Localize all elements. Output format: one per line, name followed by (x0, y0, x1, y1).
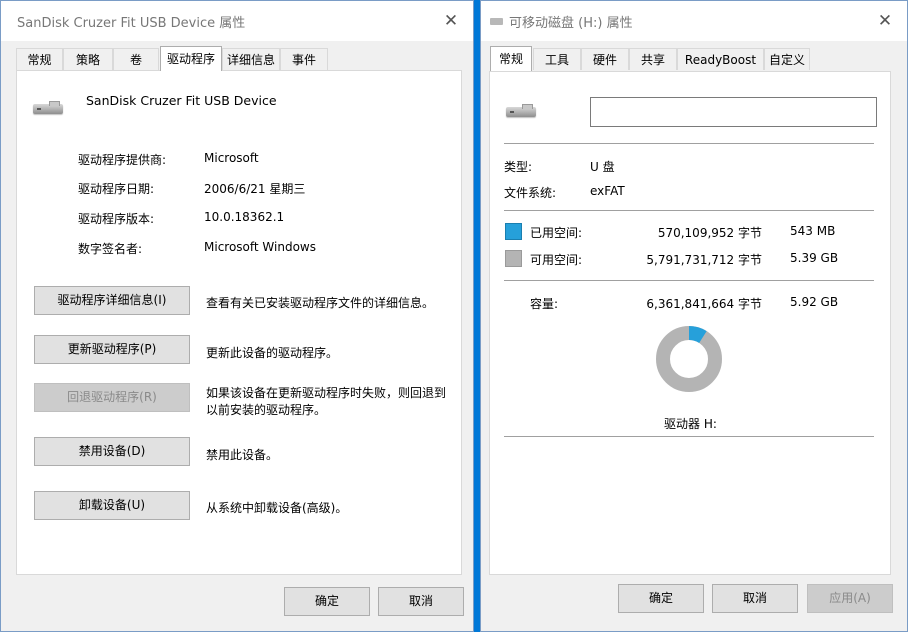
disk-properties-window: 可移动磁盘 (H:) 属性 ✕ 常规 工具 硬件 共享 ReadyBoost 自… (480, 0, 908, 632)
tab-hardware[interactable]: 硬件 (581, 48, 629, 70)
device-name: SanDisk Cruzer Fit USB Device (86, 93, 277, 108)
driver-tab-panel: SanDisk Cruzer Fit USB Device 驱动程序提供商: M… (16, 70, 462, 575)
window-title: 可移动磁盘 (H:) 属性 (509, 16, 633, 31)
signer-value: Microsoft Windows (204, 240, 316, 254)
usb-drive-icon (33, 101, 63, 115)
rollback-driver-desc-line1: 如果该设备在更新驱动程序时失败，则回退到 (206, 386, 447, 400)
signer-label: 数字签名者: (78, 242, 143, 256)
ok-button[interactable]: 确定 (618, 584, 704, 613)
driver-details-button[interactable]: 驱动程序详细信息(I) (34, 286, 190, 315)
used-space-bytes: 570,109,952 字节 (657, 226, 762, 240)
apply-button[interactable]: 应用(A) (807, 584, 893, 613)
separator (504, 280, 874, 281)
separator (504, 143, 874, 144)
tab-driver[interactable]: 驱动程序 (160, 46, 222, 71)
separator (504, 210, 874, 211)
type-value: U 盘 (590, 160, 615, 174)
drive-letter-label: 驱动器 H: (664, 417, 717, 431)
disk-usage-donut (656, 326, 722, 392)
cancel-button[interactable]: 取消 (378, 587, 464, 616)
tab-details[interactable]: 详细信息 (222, 48, 280, 70)
used-space-swatch (505, 223, 522, 240)
capacity-label: 容量: (530, 297, 559, 311)
free-space-bytes: 5,791,731,712 字节 (646, 253, 762, 267)
filesystem-label: 文件系统: (504, 186, 557, 200)
free-space-label: 可用空间: (530, 253, 583, 267)
tab-tools[interactable]: 工具 (533, 48, 581, 70)
close-icon[interactable]: ✕ (439, 9, 463, 33)
drive-icon (490, 18, 503, 25)
update-driver-button[interactable]: 更新驱动程序(P) (34, 335, 190, 364)
tab-general[interactable]: 常规 (490, 46, 532, 71)
separator (504, 436, 874, 437)
close-icon[interactable]: ✕ (873, 9, 897, 33)
tab-events[interactable]: 事件 (280, 48, 328, 70)
window-title: SanDisk Cruzer Fit USB Device 属性 (17, 16, 246, 31)
driver-details-desc: 查看有关已安装驱动程序文件的详细信息。 (206, 296, 435, 310)
tab-general[interactable]: 常规 (16, 48, 63, 70)
title-bar[interactable]: 可移动磁盘 (H:) 属性 ✕ (481, 1, 907, 41)
tab-sharing[interactable]: 共享 (629, 48, 677, 70)
disable-device-desc: 禁用此设备。 (206, 448, 279, 462)
title-bar[interactable]: SanDisk Cruzer Fit USB Device 属性 ✕ (1, 1, 473, 41)
ok-button[interactable]: 确定 (284, 587, 370, 616)
free-space-swatch (505, 250, 522, 267)
donut-free-segment (656, 326, 722, 392)
date-label: 驱动程序日期: (78, 182, 155, 196)
device-properties-window: SanDisk Cruzer Fit USB Device 属性 ✕ 常规 策略… (0, 0, 474, 632)
usb-drive-icon (506, 104, 536, 118)
disable-device-button[interactable]: 禁用设备(D) (34, 437, 190, 466)
capacity-bytes: 6,361,841,664 字节 (646, 297, 762, 311)
provider-label: 驱动程序提供商: (78, 153, 167, 167)
uninstall-device-desc: 从系统中卸载设备(高级)。 (206, 501, 348, 515)
capacity-size: 5.92 GB (790, 295, 839, 309)
version-value: 10.0.18362.1 (204, 210, 285, 224)
uninstall-device-button[interactable]: 卸载设备(U) (34, 491, 190, 520)
cancel-button[interactable]: 取消 (712, 584, 798, 613)
update-driver-desc: 更新此设备的驱动程序。 (206, 346, 339, 360)
type-label: 类型: (504, 160, 533, 174)
volume-name-input[interactable] (590, 97, 877, 127)
general-tab-panel: 类型: U 盘 文件系统: exFAT 已用空间: 570,109,952 字节… (489, 71, 891, 575)
tab-volumes[interactable]: 卷 (113, 48, 159, 70)
version-label: 驱动程序版本: (78, 212, 155, 226)
used-space-size: 543 MB (790, 224, 836, 238)
date-value: 2006/6/21 星期三 (204, 182, 306, 196)
provider-value: Microsoft (204, 151, 259, 165)
rollback-driver-button[interactable]: 回退驱动程序(R) (34, 383, 190, 412)
tab-customize[interactable]: 自定义 (764, 48, 810, 70)
filesystem-value: exFAT (590, 184, 625, 198)
rollback-driver-desc-line2: 以前安装的驱动程序。 (206, 403, 327, 417)
tab-policies[interactable]: 策略 (63, 48, 113, 70)
used-space-label: 已用空间: (530, 226, 583, 240)
free-space-size: 5.39 GB (790, 251, 839, 265)
tab-readyboost[interactable]: ReadyBoost (677, 48, 764, 70)
